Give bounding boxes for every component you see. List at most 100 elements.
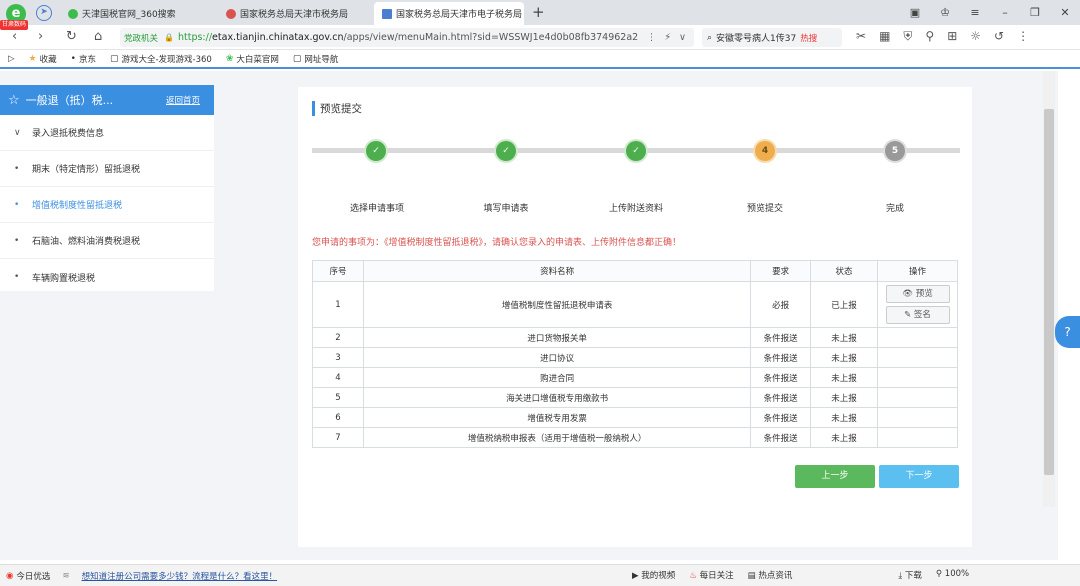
status: 未上报 bbox=[810, 387, 878, 408]
download-icon: ⤓ bbox=[898, 571, 903, 581]
tab-3-active[interactable]: 国家税务总局天津市电子税务局 ✕ bbox=[374, 2, 524, 25]
table-row: 6 增值税专用发票 条件报送 未上报 bbox=[312, 407, 958, 428]
table-row: 3 进口协议 条件报送 未上报 bbox=[312, 347, 958, 368]
requirement: 条件报送 bbox=[750, 407, 812, 428]
bookmarks-bar: ▷ ★ 收藏 • 京东 ▢ 游戏大全-发现游戏-360 ❀ 大白菜官网 ▢ 网址导航 bbox=[0, 50, 1080, 69]
news-icon: ▤ bbox=[747, 571, 756, 581]
page-icon: ▢ bbox=[292, 53, 302, 64]
extension-icon[interactable]: ▦ bbox=[879, 29, 890, 44]
star-icon: ★ bbox=[28, 53, 37, 64]
more-icon[interactable]: ⋮ bbox=[1017, 29, 1029, 44]
lightning-icon[interactable]: ⚡ bbox=[664, 32, 671, 43]
step-2-check-icon: ✓ bbox=[496, 141, 516, 161]
dropdown-icon[interactable]: ∨ bbox=[679, 32, 686, 43]
close-window-icon[interactable]: ✕ bbox=[1050, 0, 1080, 25]
home-icon[interactable]: ⌂ bbox=[94, 29, 102, 44]
page-scrollbar[interactable] bbox=[1043, 71, 1055, 507]
row-number: 6 bbox=[312, 407, 364, 428]
search-icon: ⌕ bbox=[707, 32, 713, 43]
bookmark-label: 游戏大全-发现游戏-360 bbox=[121, 54, 212, 65]
bookmark-label: 大白菜官网 bbox=[236, 54, 279, 65]
sidebar-item-period-end[interactable]: • 期末（特定情形）留抵退税 bbox=[0, 151, 214, 187]
cabbage-icon: ❀ bbox=[225, 53, 234, 64]
status-label: 热点资讯 bbox=[758, 571, 793, 581]
page-content: ☆ 一般退（抵）税... 返回首页 ∨ 录入退抵税费信息 • 期末（特定情形）留… bbox=[0, 71, 1058, 560]
reload-icon[interactable]: ↻ bbox=[66, 29, 77, 44]
dot-icon: • bbox=[70, 53, 76, 64]
status: 未上报 bbox=[810, 427, 878, 448]
back-icon[interactable]: ‹ bbox=[12, 29, 17, 44]
col-header: 操作 bbox=[877, 260, 958, 282]
actions-cell bbox=[877, 367, 958, 388]
status-label: 100% bbox=[944, 569, 970, 579]
bookmark-dabaicai[interactable]: ❀ 大白菜官网 bbox=[226, 53, 279, 65]
my-videos[interactable]: ▶ 我的视频 bbox=[632, 569, 675, 581]
site-badge: 党政机关 bbox=[124, 33, 159, 44]
scissors-icon[interactable]: ✂ bbox=[856, 29, 866, 44]
zoom-level[interactable]: ⚲ 100% bbox=[936, 569, 969, 581]
minimize-icon[interactable]: – bbox=[990, 0, 1020, 25]
bookmarks-toggle-icon[interactable]: ▷ bbox=[8, 54, 15, 64]
today-picks[interactable]: ◉ 今日优选 bbox=[6, 570, 50, 582]
col-header: 要求 bbox=[750, 260, 812, 282]
download-button[interactable]: ⤓ 下载 bbox=[898, 569, 921, 581]
back-home-link[interactable]: 返回首页 bbox=[166, 94, 200, 106]
row-number: 5 bbox=[312, 387, 364, 408]
status-right: ▶ 我的视频 ♨ 每日关注 ▤ 热点资讯 ⤓ 下载 ⚲ 100% bbox=[632, 569, 969, 581]
hot-search-tag[interactable]: 热搜 bbox=[800, 32, 817, 44]
forward-icon[interactable]: › bbox=[38, 29, 43, 44]
sidebar-item-vehicle[interactable]: • 车辆购置税退税 bbox=[0, 259, 214, 295]
star-outline-icon: ☆ bbox=[8, 92, 20, 108]
sidebar-header: ☆ 一般退（抵）税... 返回首页 bbox=[0, 85, 214, 115]
actions-cell bbox=[877, 407, 958, 428]
next-step-button[interactable]: 下一步 bbox=[879, 465, 959, 488]
shield-icon[interactable]: ⛨ bbox=[903, 29, 912, 44]
search-text: 安徽零号病人1传37 bbox=[716, 34, 797, 44]
bookmark-jd[interactable]: • 京东 bbox=[71, 53, 96, 65]
sidebar-item-entry[interactable]: ∨ 录入退抵税费信息 bbox=[0, 115, 214, 151]
bookmark-favorites[interactable]: ★ 收藏 bbox=[29, 53, 57, 65]
help-float-icon[interactable]: ? bbox=[1055, 316, 1080, 348]
sidebar-item-vat-institutional[interactable]: • 增值税制度性留抵退税 bbox=[0, 187, 214, 223]
sidebar: ☆ 一般退（抵）税... 返回首页 ∨ 录入退抵税费信息 • 期末（特定情形）留… bbox=[0, 85, 214, 291]
tab-2[interactable]: 国家税务总局天津市税务局 bbox=[218, 2, 368, 25]
sidebar-item-label: 录入退抵税费信息 bbox=[32, 129, 105, 139]
preview-button[interactable]: 👁 预览 bbox=[885, 285, 950, 303]
reader-icon[interactable]: ⋮ bbox=[647, 32, 657, 43]
requirement: 条件报送 bbox=[750, 367, 812, 388]
bookmark-label: 京东 bbox=[78, 54, 96, 65]
sidebar-toggle-icon[interactable]: ▣ bbox=[900, 0, 930, 25]
today-picks-label: 今日优选 bbox=[16, 571, 51, 582]
previous-step-button[interactable]: 上一步 bbox=[795, 465, 875, 488]
menu-icon[interactable]: ≡ bbox=[960, 0, 990, 25]
restore-icon[interactable]: ❐ bbox=[1020, 0, 1050, 25]
scrollbar-thumb[interactable] bbox=[1044, 109, 1054, 475]
news-ticker-link[interactable]: 想知道注册公司需要多少钱？流程是什么？看这里！ bbox=[82, 570, 278, 582]
hot-news[interactable]: ▤ 热点资讯 bbox=[748, 569, 793, 581]
undo-icon[interactable]: ↺ bbox=[994, 29, 1004, 44]
step-label: 预览提交 bbox=[746, 204, 783, 214]
table-row: 2 进口货物报关单 条件报送 未上报 bbox=[312, 327, 958, 348]
tab-strip: e 甘肃数码 ➤ 天津国税官网_360搜索 国家税务总局天津市税务局 国家税务总… bbox=[0, 0, 1080, 30]
sidebar-item-naphtha[interactable]: • 石脑油、燃料油消费税退税 bbox=[0, 223, 214, 259]
step-5-pending: 5 bbox=[885, 141, 905, 161]
tab-1[interactable]: 天津国税官网_360搜索 bbox=[60, 2, 210, 25]
bookmark-games[interactable]: ▢ 游戏大全-发现游戏-360 bbox=[110, 53, 212, 65]
compass-icon[interactable]: ➤ bbox=[36, 5, 52, 21]
status: 未上报 bbox=[810, 327, 878, 348]
skin-icon[interactable]: ♔ bbox=[930, 0, 960, 25]
search-input[interactable]: ⌕ 安徽零号病人1传37 热搜 bbox=[702, 28, 842, 47]
bookmark-nav[interactable]: ▢ 网址导航 bbox=[293, 53, 339, 65]
daily-focus[interactable]: ♨ 每日关注 bbox=[689, 569, 733, 581]
grid-icon[interactable]: ⊞ bbox=[947, 29, 957, 44]
brightness-icon[interactable]: ☼ bbox=[970, 29, 981, 44]
close-tab-icon[interactable]: ✕ bbox=[522, 8, 524, 19]
row-number: 4 bbox=[312, 367, 364, 388]
magnifier-icon[interactable]: ⚲ bbox=[925, 29, 934, 44]
sign-button[interactable]: ✎ 签名 bbox=[885, 306, 950, 324]
new-tab-button[interactable]: + bbox=[532, 3, 545, 21]
section-title: 预览提交 bbox=[312, 101, 362, 116]
step-label: 填写申请表 bbox=[483, 204, 529, 214]
url-input[interactable]: 党政机关 🔒 https:// etax.tianjin.chinatax.go… bbox=[120, 28, 694, 47]
row-number: 7 bbox=[312, 427, 364, 448]
